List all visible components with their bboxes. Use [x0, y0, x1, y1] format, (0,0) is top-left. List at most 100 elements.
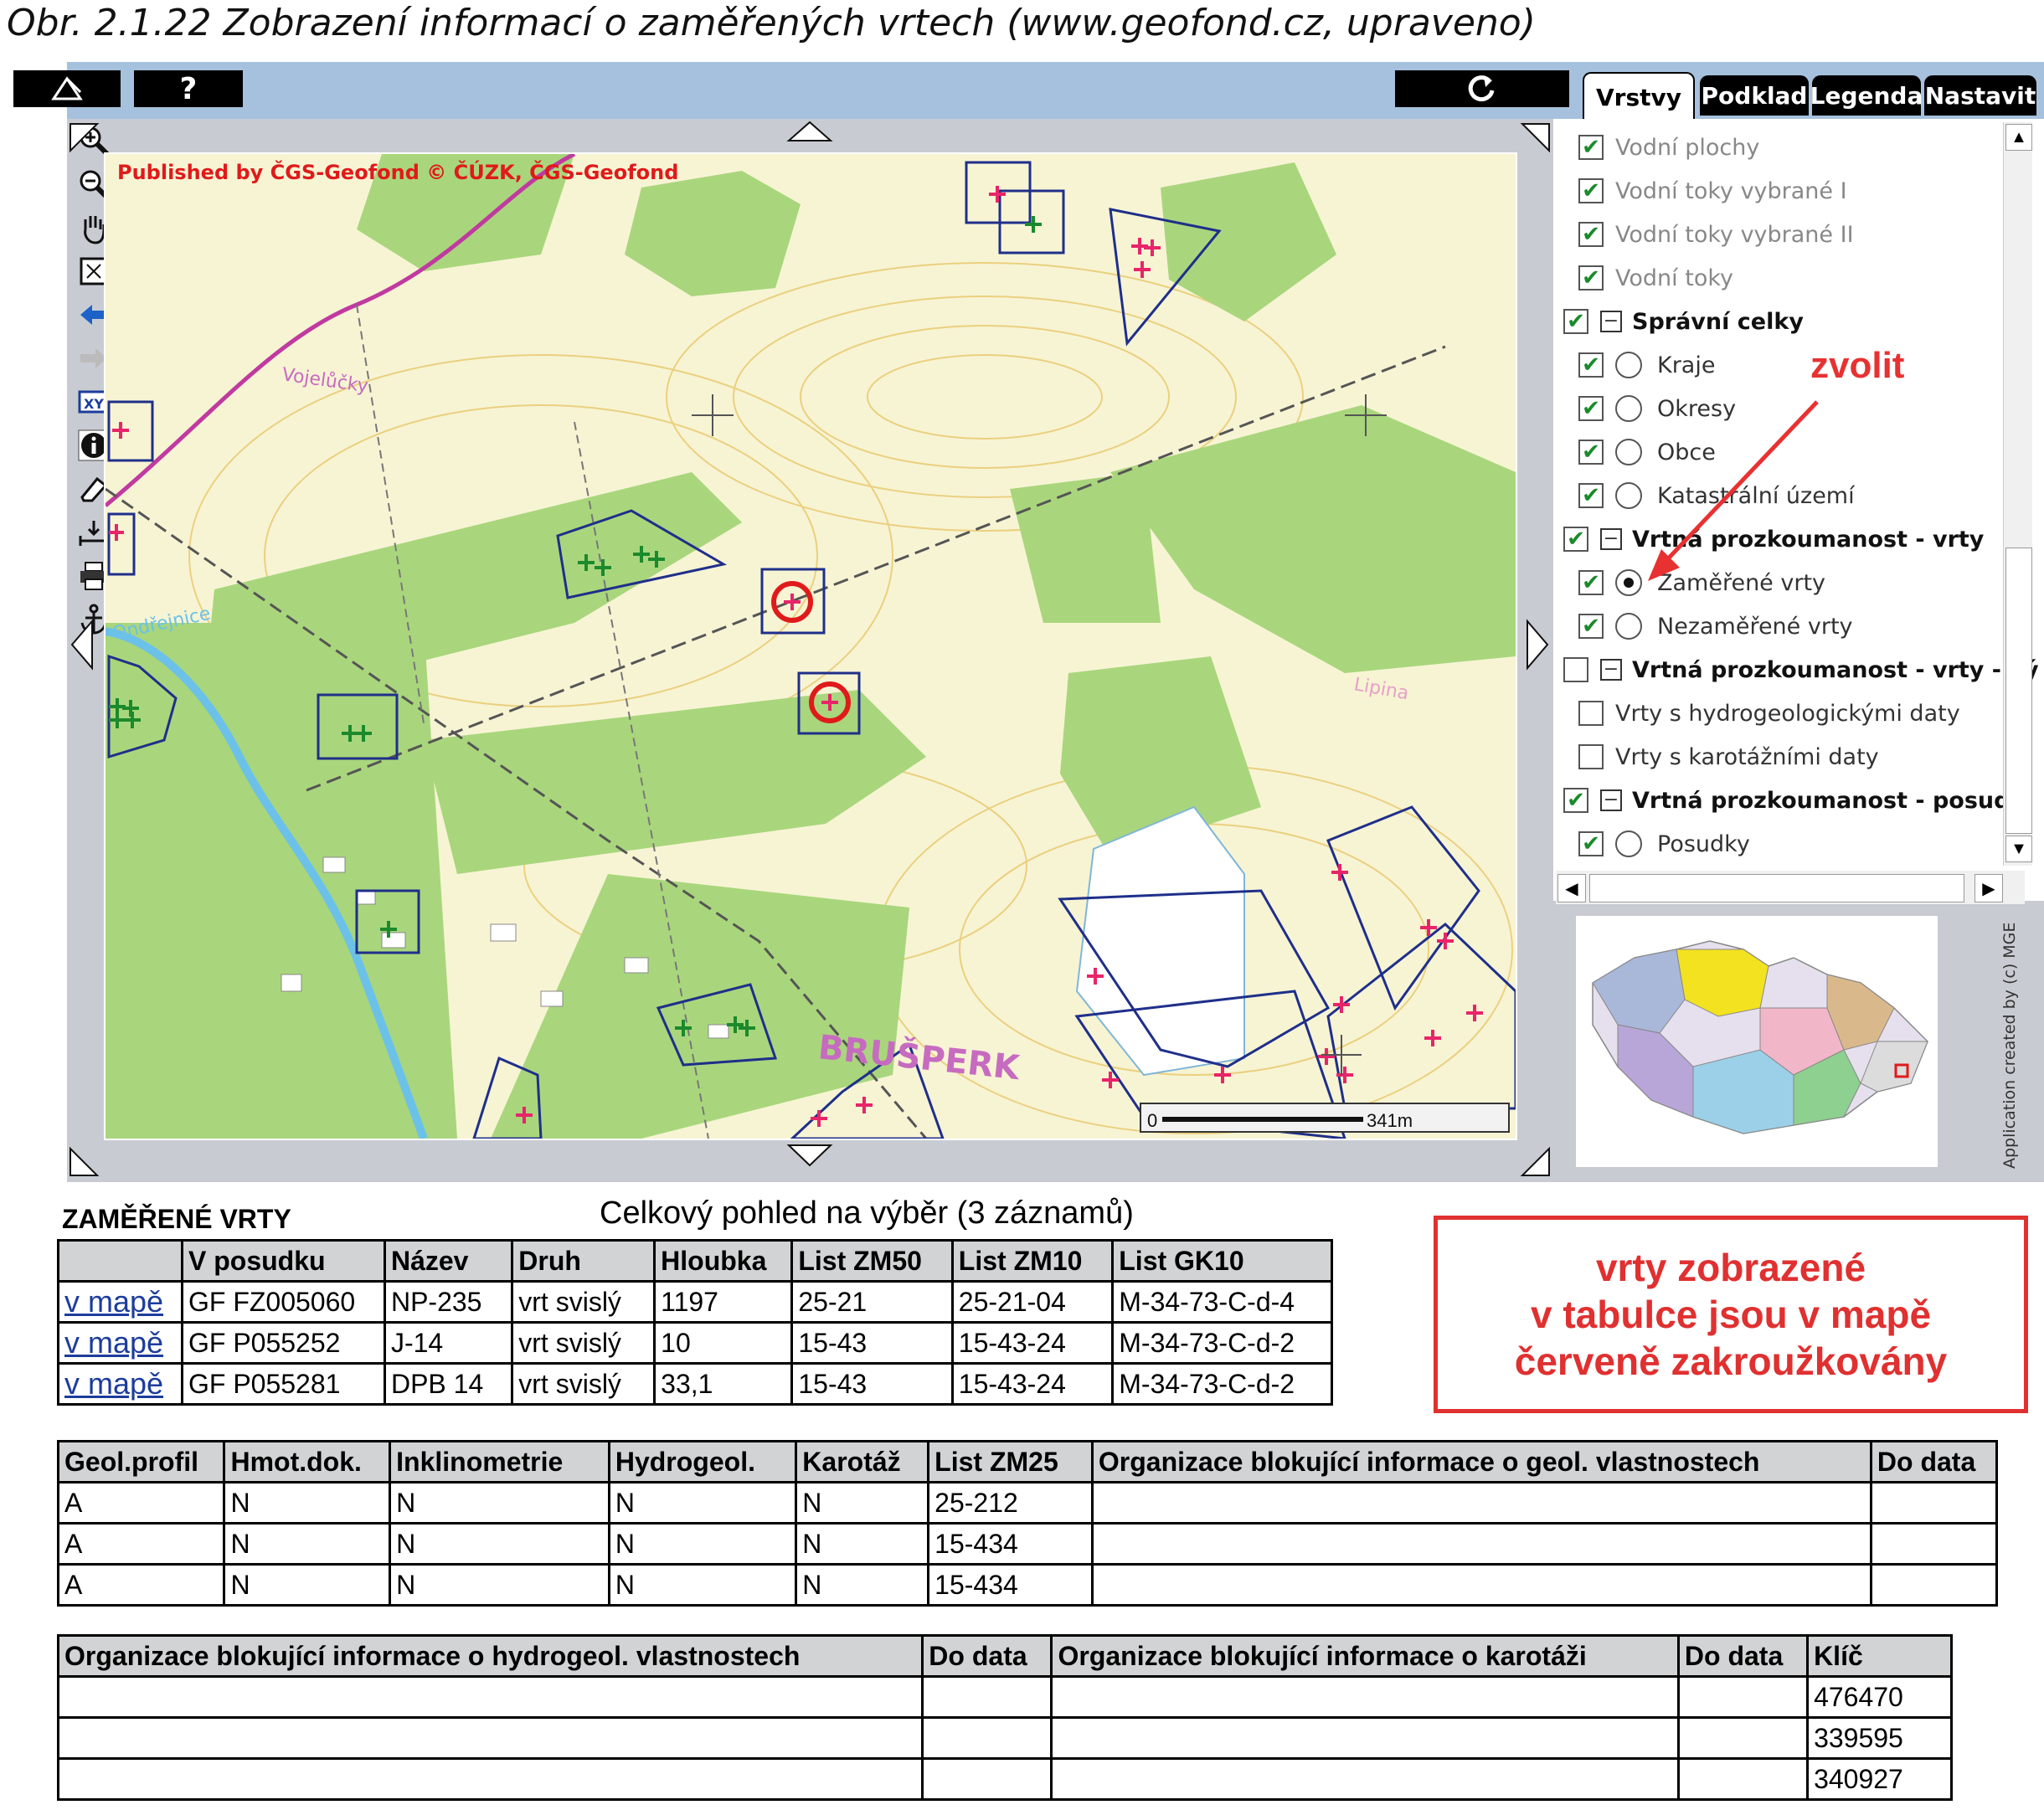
scroll-left-icon[interactable]: ◀ [1557, 874, 1586, 902]
collapse-group-icon[interactable]: − [1600, 659, 1622, 681]
checkbox-checked-icon[interactable]: ✔ [1563, 309, 1588, 334]
checkbox-checked-icon[interactable]: ✔ [1578, 570, 1604, 595]
tab-nastavit[interactable]: Nastavit [1924, 75, 2036, 116]
scroll-down-icon[interactable]: ▼ [2005, 836, 2032, 862]
layer-label: Vodní toky vybrané I [1615, 177, 1847, 204]
collapse-group-icon[interactable]: − [1600, 311, 1622, 332]
layers-horizontal-scrollbar[interactable]: ◀ ▶ [1556, 871, 2025, 904]
layer-label: Správní celky [1632, 308, 1804, 335]
pan-southwest-arrow[interactable] [70, 1146, 100, 1176]
scroll-thumb-h[interactable] [1589, 874, 1964, 902]
measure-tool-button[interactable] [13, 70, 121, 107]
layer-row[interactable]: ✔ − Vrtná prozkoumanost - posudk [1563, 784, 2025, 817]
pan-north-arrow[interactable] [786, 121, 833, 141]
layer-row[interactable]: Vrty s hydrogeologickými daty [1578, 697, 1960, 730]
scroll-thumb[interactable] [2005, 548, 2032, 834]
overview-map[interactable] [1576, 916, 1938, 1167]
table-cell[interactable]: v mapě [57, 1321, 183, 1365]
table-cell: J-14 [383, 1321, 514, 1365]
table-cell [56, 1675, 924, 1719]
layer-row[interactable]: ✔ Vodní plochy [1578, 131, 1759, 164]
table-cell: 339595 [1806, 1716, 1953, 1760]
checkbox-empty-icon[interactable] [1578, 701, 1604, 726]
layer-row[interactable]: ✔ Kraje [1578, 348, 1715, 382]
radio-icon[interactable] [1615, 830, 1642, 857]
pan-northeast-arrow[interactable] [1520, 123, 1550, 153]
map-canvas[interactable]: Published by ČGS-Geofond © ČÚZK, ČGS-Geo… [104, 152, 1517, 1140]
checkbox-empty-icon[interactable] [1563, 657, 1588, 682]
column-header [57, 1239, 183, 1283]
layer-row[interactable]: ✔ Vodní toky vybrané II [1578, 218, 1854, 251]
column-header: Organizace blokující informace o karotáž… [1050, 1634, 1680, 1678]
refresh-button[interactable] [1395, 70, 1569, 107]
layer-row[interactable]: ✔ Vodní toky [1578, 261, 1733, 295]
pan-northwest-arrow[interactable] [70, 123, 100, 153]
table-cell[interactable]: v mapě [57, 1362, 183, 1406]
help-button[interactable]: ? [134, 70, 243, 107]
checkbox-checked-icon[interactable]: ✔ [1578, 265, 1604, 291]
pan-south-arrow[interactable] [786, 1144, 833, 1167]
checkbox-checked-icon[interactable]: ✔ [1578, 222, 1604, 247]
checkbox-checked-icon[interactable]: ✔ [1563, 788, 1588, 813]
app-credit: Application created by (c) MGE Data 2002… [1993, 788, 2043, 1172]
table-cell [1676, 1675, 1810, 1719]
note-line-1: vrty zobrazené [1595, 1245, 1866, 1289]
collapse-group-icon[interactable]: − [1600, 528, 1622, 550]
radio-icon[interactable] [1615, 613, 1642, 640]
layer-label: Vrty s hydrogeologickými daty [1615, 700, 1960, 727]
table-header-row: Geol.profil Hmot.dok. Inklinometrie Hydroge… [56, 1440, 1999, 1483]
tab-vrstvy[interactable]: Vrstvy [1583, 72, 1695, 121]
table-cell [1869, 1563, 1999, 1607]
scale-end: 341m [1367, 1110, 1413, 1131]
layer-row[interactable]: ✔ − Správní celky [1563, 305, 1804, 338]
show-in-map-link[interactable]: v mapě [64, 1325, 163, 1360]
checkbox-checked-icon[interactable]: ✔ [1578, 831, 1604, 856]
checkbox-checked-icon[interactable]: ✔ [1578, 135, 1604, 160]
layer-label: Vodní toky vybrané II [1615, 221, 1854, 248]
layers-vertical-scrollbar[interactable]: ▲ ▼ [2003, 122, 2032, 866]
tab-legenda[interactable]: Legenda [1810, 75, 1923, 116]
pan-southeast-arrow[interactable] [1520, 1146, 1550, 1176]
layer-label: Kraje [1657, 352, 1716, 378]
note-line-2: v tabulce jsou v mapě [1530, 1292, 1932, 1336]
table-cell: vrt svislý [511, 1280, 656, 1324]
column-header: Druh [511, 1239, 656, 1283]
table-cell: N [223, 1481, 392, 1525]
table-cell: N [389, 1481, 610, 1525]
map-graphics: Published by ČGS-Geofond © ČÚZK, ČGS-Geo… [106, 154, 1516, 1139]
help-icon: ? [179, 71, 198, 106]
table-cell[interactable]: v mapě [57, 1280, 183, 1324]
checkbox-checked-icon[interactable]: ✔ [1578, 352, 1604, 378]
layer-row[interactable]: ✔ Vodní toky vybrané I [1578, 174, 1847, 208]
pan-west-arrow[interactable] [70, 619, 93, 671]
checkbox-checked-icon[interactable]: ✔ [1578, 614, 1604, 639]
show-in-map-link[interactable]: v mapě [64, 1284, 163, 1319]
scroll-up-icon[interactable]: ▲ [2005, 124, 2032, 151]
table-row: v mapě GF P055281 DPB 14 vrt svislý 33,1 15-4… [57, 1362, 1333, 1406]
pan-east-arrow[interactable] [1527, 619, 1549, 671]
layer-row[interactable]: Vrty s karotážními daty [1578, 740, 1879, 774]
checkbox-checked-icon[interactable]: ✔ [1578, 440, 1604, 465]
checkbox-checked-icon[interactable]: ✔ [1578, 483, 1604, 508]
table-cell: 15-43 [790, 1321, 954, 1365]
column-header: Do data [1676, 1634, 1810, 1678]
tab-podklad[interactable]: Podklad [1700, 75, 1809, 116]
collapse-group-icon[interactable]: − [1600, 789, 1622, 811]
layer-row[interactable]: ✔ Nezaměřené vrty [1578, 609, 1853, 643]
checkbox-checked-icon[interactable]: ✔ [1563, 527, 1588, 552]
table-cell: N [223, 1522, 392, 1566]
table-cell: A [56, 1563, 226, 1607]
layer-row[interactable]: − Vrtná prozkoumanost - vrty - vý [1563, 653, 2039, 686]
layer-row[interactable]: ✔ Posudky [1578, 827, 1750, 861]
radio-icon[interactable] [1615, 352, 1642, 378]
scroll-right-icon[interactable]: ▶ [1974, 874, 2003, 902]
table-cell: N [223, 1563, 392, 1607]
table-cell: 25-21 [790, 1280, 954, 1324]
show-in-map-link[interactable]: v mapě [64, 1366, 163, 1401]
table-cell: N [607, 1522, 798, 1566]
checkbox-checked-icon[interactable]: ✔ [1578, 178, 1604, 203]
checkbox-empty-icon[interactable] [1578, 744, 1604, 769]
table-cell: GF P055252 [180, 1321, 386, 1365]
boreholes-table-properties: Geol.profil Hmot.dok. Inklinometrie Hydroge… [56, 1440, 1999, 1607]
checkbox-checked-icon[interactable]: ✔ [1578, 396, 1604, 421]
